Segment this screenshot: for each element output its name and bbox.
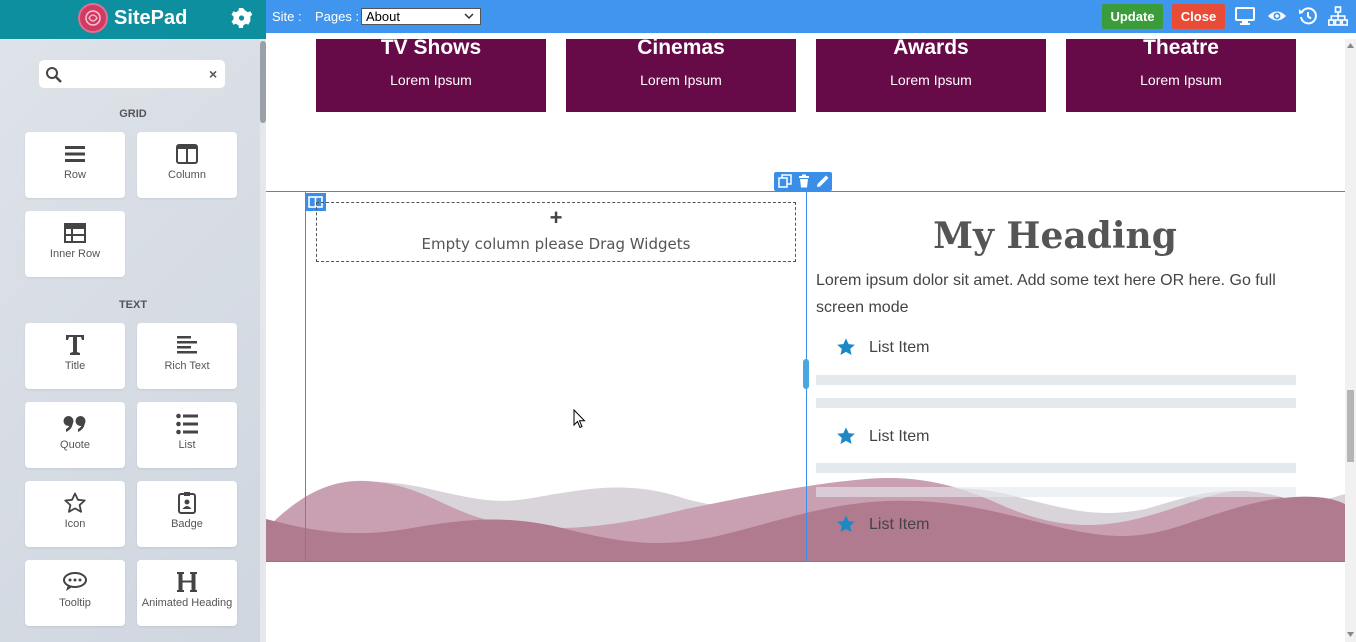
site-label: Site : <box>272 9 302 24</box>
widget-list[interactable]: List <box>137 402 237 468</box>
quote-icon <box>25 412 125 436</box>
brand-name: SitePad <box>114 7 188 29</box>
sitepad-logo <box>78 3 108 33</box>
widget-title[interactable]: Title <box>25 323 125 389</box>
paragraph-widget[interactable]: Lorem ipsum dolor sit amet. Add some tex… <box>816 267 1296 321</box>
column-icon <box>137 142 237 166</box>
tooltip-icon <box>25 570 125 594</box>
search-input[interactable] <box>69 65 199 85</box>
card-subtitle: Lorem Ipsum <box>1140 72 1222 88</box>
chevron-down-icon <box>464 10 474 25</box>
widget-search: × <box>38 59 226 89</box>
widget-label: Row <box>63 169 86 181</box>
widget-label: Inner Row <box>49 248 101 260</box>
widget-icon[interactable]: Icon <box>25 481 125 547</box>
page-canvas: TV Shows Lorem Ipsum Cinemas Lorem Ipsum… <box>266 39 1345 642</box>
widget-label: Rich Text <box>164 360 210 372</box>
widget-quote[interactable]: Quote <box>25 402 125 468</box>
sitemap-icon[interactable] <box>1328 6 1348 26</box>
rich-text-icon <box>137 333 237 357</box>
pages-label: Pages : <box>315 9 360 24</box>
sitepad-editor: SitePad × GRID Row Column Inner Row TEXT… <box>0 0 1356 642</box>
section-title-grid: GRID <box>119 108 147 120</box>
widget-label: Title <box>64 360 86 372</box>
widget-label: Quote <box>60 439 90 451</box>
list-item-label: List Item <box>869 428 930 445</box>
divider-bar <box>816 463 1296 473</box>
card-subtitle: Lorem Ipsum <box>890 72 972 88</box>
card-title: Awards <box>893 39 969 59</box>
star-icon <box>836 514 856 539</box>
gear-icon[interactable] <box>229 6 253 30</box>
mouse-cursor-icon <box>573 409 586 429</box>
divider-bar <box>816 375 1296 385</box>
widget-sidebar: SitePad × GRID Row Column Inner Row TEXT… <box>0 0 266 642</box>
widget-label: Badge <box>171 518 203 530</box>
card-title: Cinemas <box>637 39 725 59</box>
section-title-text: TEXT <box>118 299 148 311</box>
card-title: Theatre <box>1143 39 1219 59</box>
divider-bar <box>816 487 1296 497</box>
card-awards[interactable]: Awards Lorem Ipsum <box>816 39 1046 112</box>
pencil-icon[interactable] <box>816 174 830 193</box>
section-toolbar <box>774 172 832 191</box>
widget-animated-heading[interactable]: Animated Heading <box>137 560 237 626</box>
scroll-up-icon[interactable] <box>1347 43 1354 48</box>
empty-column-text: Empty column please Drag Widgets <box>421 235 691 253</box>
column-resize-handle[interactable] <box>803 359 809 389</box>
list-item-label: List Item <box>869 339 930 356</box>
desktop-icon[interactable] <box>1235 6 1255 26</box>
animated-heading-icon <box>137 570 237 594</box>
row-icon <box>25 142 125 166</box>
update-button[interactable]: Update <box>1102 4 1163 29</box>
clear-search-icon[interactable]: × <box>209 66 217 82</box>
heading-widget[interactable]: My Heading <box>816 215 1294 257</box>
eye-icon[interactable] <box>1267 6 1287 26</box>
widget-column[interactable]: Column <box>137 132 237 198</box>
widget-label: Icon <box>64 518 86 530</box>
card-title: TV Shows <box>380 39 482 59</box>
list-icon <box>137 412 237 436</box>
star-icon <box>836 337 856 362</box>
title-icon <box>25 333 125 357</box>
inner-row-icon <box>25 221 125 245</box>
top-toolbar: Site : Pages : About Update Close <box>266 0 1356 33</box>
history-icon[interactable] <box>1298 6 1318 26</box>
add-widget-icon[interactable]: + <box>317 205 795 231</box>
canvas-scrollbar[interactable] <box>1345 39 1356 642</box>
widget-label: Column <box>168 169 206 181</box>
star-outline-icon <box>25 491 125 515</box>
star-icon <box>836 426 856 451</box>
widget-rich-text[interactable]: Rich Text <box>137 323 237 389</box>
card-theatre[interactable]: Theatre Lorem Ipsum <box>1066 39 1296 112</box>
card-tv-shows[interactable]: TV Shows Lorem Ipsum <box>316 39 546 112</box>
widget-badge[interactable]: Badge <box>137 481 237 547</box>
canvas-scrollbar-thumb[interactable] <box>1347 390 1354 462</box>
badge-icon <box>137 491 237 515</box>
card-cinemas[interactable]: Cinemas Lorem Ipsum <box>566 39 796 112</box>
card-subtitle: Lorem Ipsum <box>640 72 722 88</box>
brand-bar: SitePad <box>0 0 266 39</box>
widget-row[interactable]: Row <box>25 132 125 198</box>
widget-label: Animated Heading <box>141 597 233 609</box>
empty-column-dropzone[interactable]: + Empty column please Drag Widgets <box>316 202 796 262</box>
divider-bar <box>816 398 1296 408</box>
widget-label: Tooltip <box>59 597 91 609</box>
pages-select-value: About <box>366 9 400 24</box>
widget-inner-row[interactable]: Inner Row <box>25 211 125 277</box>
card-subtitle: Lorem Ipsum <box>390 72 472 88</box>
search-icon <box>45 66 63 89</box>
close-button[interactable]: Close <box>1172 4 1225 29</box>
widget-label: List <box>178 439 196 451</box>
scroll-down-icon[interactable] <box>1347 632 1354 637</box>
widget-tooltip[interactable]: Tooltip <box>25 560 125 626</box>
pages-select[interactable]: About <box>361 8 481 25</box>
list-item-label: List Item <box>869 516 930 533</box>
